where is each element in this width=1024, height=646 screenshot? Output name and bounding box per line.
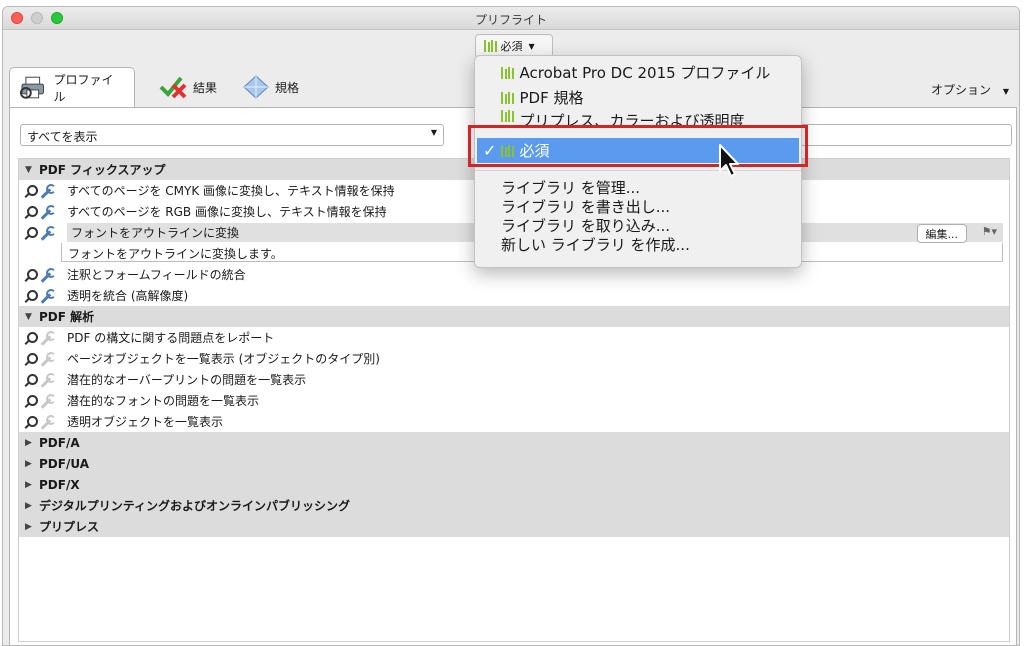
- group-prepress[interactable]: ▶ プリプレス: [19, 516, 1009, 537]
- flag-icon[interactable]: ⚑▾: [982, 225, 997, 238]
- group-pdf-analysis[interactable]: ▼ PDF 解析: [19, 306, 1009, 327]
- list-item-label: 潜在的なオーバープリントの問題を一覧表示: [67, 373, 307, 387]
- wrench-icon[interactable]: [39, 288, 56, 303]
- tab-standards[interactable]: 規格: [233, 67, 309, 107]
- group-label: PDF 解析: [39, 310, 95, 324]
- title-bar: プリフライト: [3, 7, 1019, 30]
- wrench-icon[interactable]: [39, 267, 56, 282]
- group-label: PDF/UA: [39, 456, 89, 471]
- menu-item-pdf-standards[interactable]: PDF 規格: [475, 85, 801, 110]
- chevron-down-icon: ▼: [430, 128, 437, 137]
- disclosure-closed-icon: ▶: [25, 521, 32, 532]
- group-label: PDF フィックスアップ: [39, 163, 166, 177]
- magnifier-icon[interactable]: [25, 184, 38, 197]
- group-pdf-x[interactable]: ▶ PDF/X: [19, 474, 1009, 495]
- menu-item-new-library[interactable]: 新しい ライブラリ を作成...: [475, 235, 801, 254]
- magnifier-icon[interactable]: [25, 268, 38, 281]
- search-input[interactable]: [800, 124, 1012, 146]
- disclosure-open-icon: ▼: [25, 311, 32, 322]
- group-pdf-a[interactable]: ▶ PDF/A: [19, 432, 1009, 453]
- wrench-icon: [39, 330, 56, 345]
- check-cross-icon: [159, 76, 187, 99]
- list-item[interactable]: ページオブジェクトを一覧表示 (オブジェクトのタイプ別): [19, 348, 1009, 369]
- library-icon: [501, 91, 514, 104]
- menu-item-label: ライブラリ を取り込み...: [501, 217, 671, 235]
- group-label: プリプレス: [39, 520, 100, 534]
- list-item-label: フォントをアウトラインに変換: [71, 226, 240, 240]
- wrench-icon: [39, 351, 56, 366]
- list-item-label: 透明オブジェクトを一覧表示: [67, 415, 224, 429]
- list-item-label: 注釈とフォームフィールドの統合: [67, 268, 246, 282]
- options-menu[interactable]: オプション ▼: [931, 81, 1009, 98]
- group-digital-printing[interactable]: ▶ デジタルプリンティングおよびオンラインパブリッシング: [19, 495, 1009, 516]
- list-item-label: すべてのページを RGB 画像に変換し、テキスト情報を保持: [67, 205, 387, 219]
- group-label: PDF/A: [39, 435, 80, 450]
- magnifier-icon[interactable]: [25, 373, 38, 386]
- list-item[interactable]: 潜在的なオーバープリントの問題を一覧表示: [19, 369, 1009, 390]
- menu-item-label: PDF 規格: [519, 89, 584, 107]
- tab-profiles[interactable]: プロファイル: [9, 67, 135, 107]
- menu-item-label: Acrobat Pro DC 2015 プロファイル: [519, 64, 771, 82]
- list-item[interactable]: PDF の構文に関する問題点をレポート: [19, 327, 1009, 348]
- tab-profiles-label: プロファイル: [53, 72, 114, 104]
- magnifier-icon[interactable]: [25, 331, 38, 344]
- list-item-label: 潜在的なフォントの問題を一覧表示: [67, 394, 260, 408]
- group-label: デジタルプリンティングおよびオンラインパブリッシング: [39, 499, 351, 513]
- menu-item-label: 新しい ライブラリ を作成...: [501, 236, 690, 254]
- tab-results[interactable]: 結果: [149, 67, 227, 107]
- magnifier-icon[interactable]: [25, 289, 38, 302]
- printer-icon: [20, 76, 45, 99]
- list-item-label: PDF の構文に関する問題点をレポート: [67, 331, 275, 345]
- menu-item-acrobat-profiles[interactable]: Acrobat Pro DC 2015 プロファイル: [475, 60, 801, 85]
- magnifier-icon[interactable]: [25, 226, 38, 239]
- library-button-label: 必須: [500, 40, 523, 53]
- chevron-down-icon: ▼: [528, 41, 535, 51]
- magnifier-icon[interactable]: [25, 352, 38, 365]
- wrench-icon: [39, 372, 56, 387]
- group-pdf-ua[interactable]: ▶ PDF/UA: [19, 453, 1009, 474]
- list-item[interactable]: 透明オブジェクトを一覧表示: [19, 411, 1009, 432]
- tab-standards-label: 規格: [275, 80, 300, 95]
- magnifier-icon[interactable]: [25, 415, 38, 428]
- list-item-label: すべてのページを CMYK 画像に変換し、テキスト情報を保持: [67, 184, 395, 198]
- mouse-pointer-icon: [719, 144, 739, 177]
- disclosure-closed-icon: ▶: [25, 437, 32, 448]
- edit-button[interactable]: 編集...: [916, 224, 967, 243]
- menu-separator: [475, 170, 801, 171]
- wrench-icon[interactable]: [39, 225, 56, 240]
- menu-item-import-library[interactable]: ライブラリ を取り込み...: [475, 216, 801, 235]
- library-icon: [501, 110, 514, 122]
- list-item-label: 透明を統合 (高解像度): [67, 289, 189, 303]
- magnifier-icon[interactable]: [25, 205, 38, 218]
- list-item-label: ページオブジェクトを一覧表示 (オブジェクトのタイプ別): [67, 352, 380, 366]
- list-item[interactable]: 潜在的なフォントの問題を一覧表示: [19, 390, 1009, 411]
- menu-item-label: ライブラリ を書き出し...: [501, 198, 671, 216]
- library-icon: [501, 66, 514, 79]
- list-item[interactable]: 透明を統合 (高解像度): [19, 285, 1009, 306]
- group-label: PDF/X: [39, 477, 80, 492]
- disclosure-closed-icon: ▶: [25, 500, 32, 511]
- magnifier-icon[interactable]: [25, 394, 38, 407]
- disclosure-closed-icon: ▶: [25, 458, 32, 469]
- window-title: プリフライト: [474, 13, 547, 27]
- wrench-icon: [39, 414, 56, 429]
- wrench-icon: [39, 393, 56, 408]
- filter-select-value: すべてを表示: [27, 130, 98, 144]
- diamond-icon: [243, 75, 269, 99]
- filter-select[interactable]: すべてを表示 ▼: [20, 124, 444, 146]
- menu-item-manage-library[interactable]: ライブラリ を管理...: [475, 178, 801, 197]
- highlight-box: [468, 125, 808, 167]
- chevron-down-icon: ▼: [1002, 87, 1009, 96]
- tab-results-label: 結果: [193, 80, 218, 95]
- disclosure-closed-icon: ▶: [25, 479, 32, 490]
- wrench-icon[interactable]: [39, 183, 56, 198]
- wrench-icon[interactable]: [39, 204, 56, 219]
- options-label: オプション: [931, 83, 992, 97]
- disclosure-open-icon: ▼: [25, 164, 32, 175]
- library-icon: [484, 40, 497, 52]
- menu-item-export-library[interactable]: ライブラリ を書き出し...: [475, 197, 801, 216]
- menu-item-label: ライブラリ を管理...: [501, 179, 641, 197]
